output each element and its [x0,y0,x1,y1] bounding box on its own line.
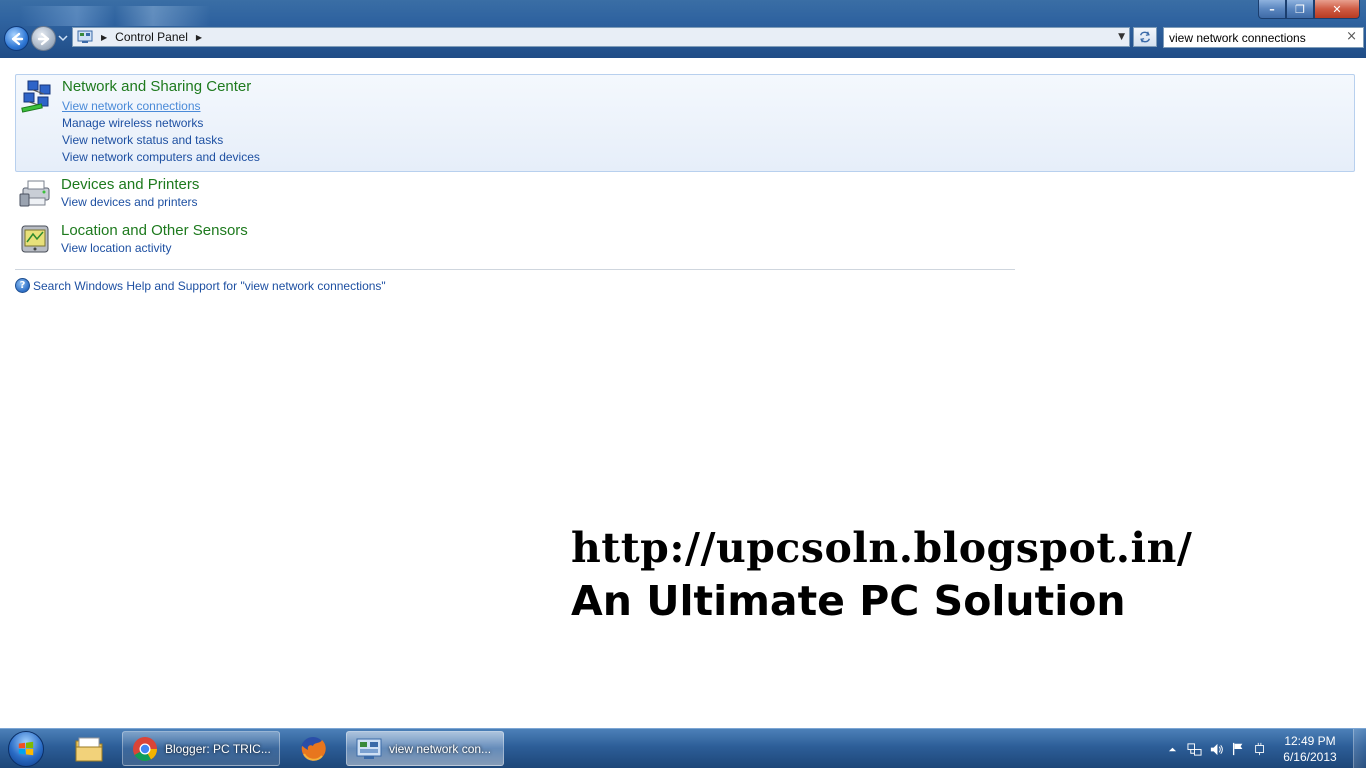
network-tray-icon[interactable] [1183,741,1205,757]
action-center-flag-icon[interactable] [1227,741,1249,757]
help-search-text[interactable]: Search Windows Help and Support for "vie… [33,279,386,293]
titlebar-glass [20,6,210,26]
clock-time: 12:49 PM [1284,734,1336,748]
clear-search-icon[interactable]: × [1346,29,1357,44]
address-bar[interactable]: ▶ Control Panel ▶ ▼ [72,27,1130,47]
volume-icon[interactable] [1205,741,1227,757]
start-button[interactable] [4,730,48,768]
refresh-button[interactable] [1133,27,1157,47]
taskbar-item-label: Blogger: PC TRIC... [165,741,271,756]
result-title[interactable]: Network and Sharing Center [62,78,251,95]
refresh-icon [1139,31,1151,43]
chevron-down-icon[interactable]: ▼ [1118,32,1125,42]
result-location-and-sensors: Location and Other Sensors View location… [15,218,1355,262]
results-divider [15,269,1015,270]
firefox-taskbar-button[interactable] [286,731,340,766]
control-panel-icon [77,30,93,43]
result-title[interactable]: Location and Other Sensors [61,222,248,239]
link-view-network-computers[interactable]: View network computers and devices [62,150,260,164]
breadcrumb-separator-icon[interactable]: ▶ [196,33,202,42]
link-view-devices-and-printers[interactable]: View devices and printers [61,195,198,209]
clock-date: 6/16/2013 [1283,750,1337,764]
show-hidden-icons-icon[interactable] [1161,741,1183,757]
forward-arrow-icon [37,32,49,45]
forward-button[interactable] [31,26,56,51]
control-panel-icon [356,738,382,759]
window-titlebar: – ❐ ✕ ▶ Control Panel ▶ ▼ × [0,0,1366,58]
blog-watermark: http://upcsoln.blogspot.in/ An Ultimate … [571,522,1192,628]
taskbar: Blogger: PC TRIC... view network con... [0,728,1366,769]
firefox-icon [301,736,326,761]
back-button[interactable] [4,26,29,51]
result-title[interactable]: Devices and Printers [61,176,199,193]
result-devices-and-printers: Devices and Printers View devices and pr… [15,172,1355,216]
sensor-icon[interactable] [19,222,53,256]
explorer-taskbar-button[interactable] [62,731,116,766]
window-controls: – ❐ ✕ [1258,0,1360,19]
windows-logo-icon [8,731,44,767]
taskbar-item-label: view network con... [389,741,492,756]
recent-pages-dropdown-icon[interactable] [58,33,68,43]
breadcrumb-control-panel[interactable]: Control Panel [115,30,188,44]
system-clock[interactable]: 12:49 PM 6/16/2013 [1275,733,1345,765]
link-manage-wireless-networks[interactable]: Manage wireless networks [62,116,203,130]
watermark-tagline: An Ultimate PC Solution [571,577,1126,625]
help-question-icon: ? [15,278,30,293]
help-search-link[interactable]: ? Search Windows Help and Support for "v… [15,278,386,293]
folder-icon [75,737,103,761]
chrome-icon [133,736,157,761]
search-input[interactable] [1169,30,1339,45]
watermark-url: http://upcsoln.blogspot.in/ [571,524,1193,572]
link-view-location-activity[interactable]: View location activity [61,241,172,255]
maximize-button[interactable]: ❐ [1286,0,1314,19]
link-view-network-status[interactable]: View network status and tasks [62,133,223,147]
breadcrumb-separator-icon[interactable]: ▶ [101,33,107,42]
close-button[interactable]: ✕ [1314,0,1360,19]
result-network-and-sharing-center: Network and Sharing Center View network … [15,74,1355,172]
network-icon[interactable] [20,79,54,113]
taskbar-item-control-panel[interactable]: view network con... [346,731,504,766]
system-tray: 12:49 PM 6/16/2013 [1161,729,1366,769]
power-plug-icon[interactable] [1249,741,1271,757]
link-view-network-connections[interactable]: View network connections [62,99,201,113]
printer-icon[interactable] [19,176,53,210]
minimize-button[interactable]: – [1258,0,1286,19]
show-desktop-button[interactable] [1353,729,1366,769]
search-box[interactable]: × [1163,27,1364,48]
back-arrow-icon [11,32,23,45]
search-results-pane: Network and Sharing Center View network … [0,58,1366,728]
taskbar-item-chrome[interactable]: Blogger: PC TRIC... [122,731,280,766]
